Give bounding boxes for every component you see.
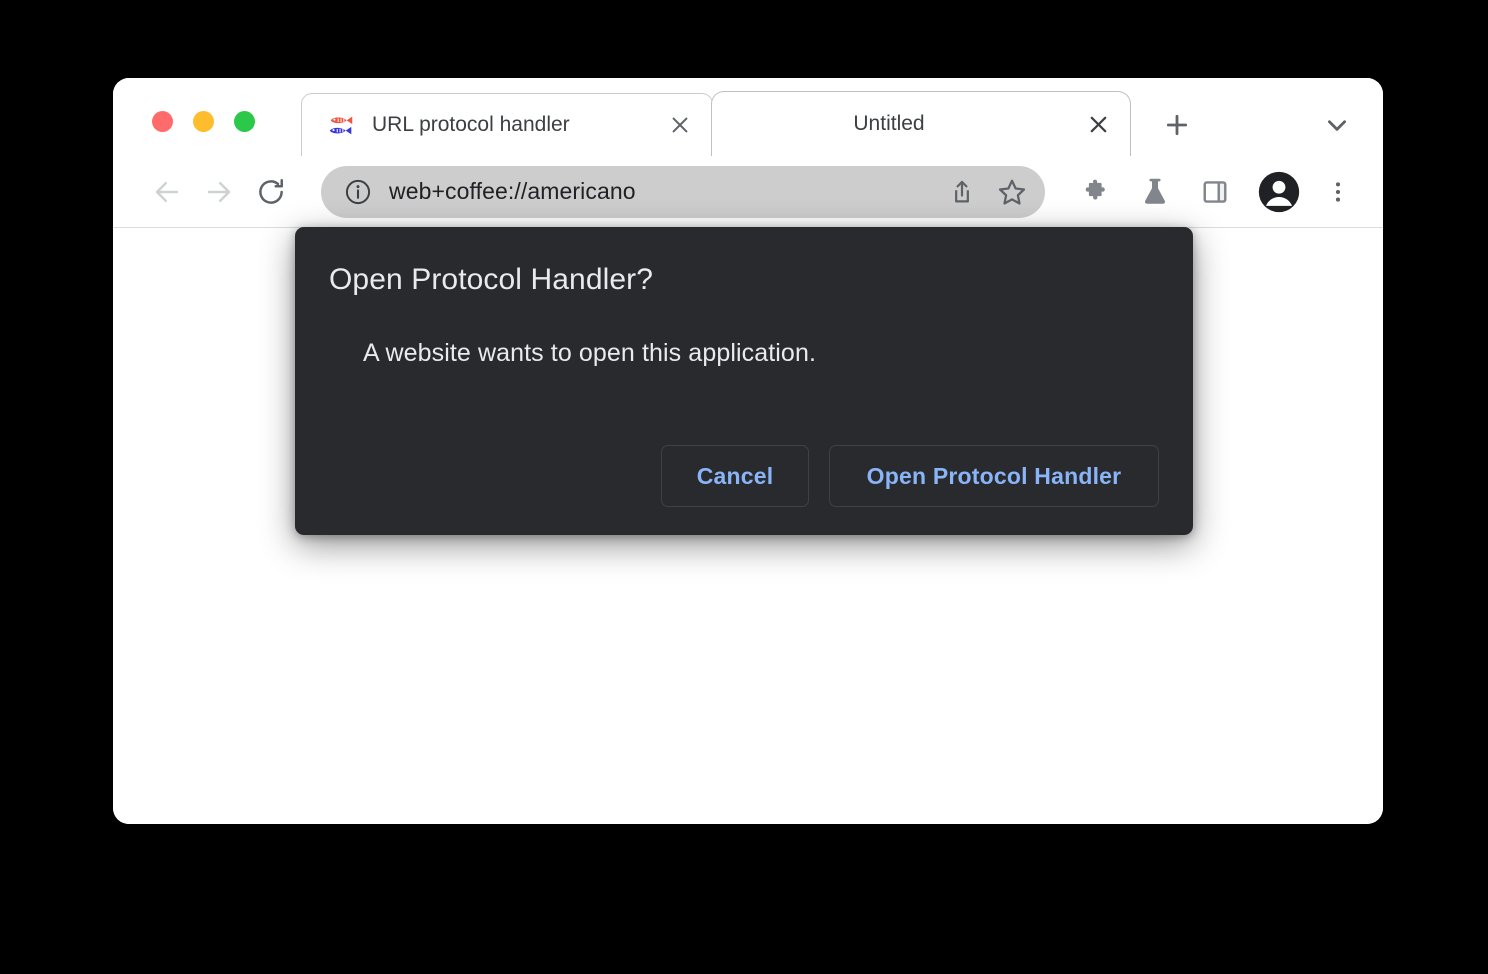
two-fish-icon	[326, 110, 356, 140]
forward-button[interactable]	[193, 166, 245, 218]
tab-title: Untitled	[853, 112, 925, 135]
window-close-button[interactable]	[152, 111, 173, 132]
extensions-puzzle-icon[interactable]	[1069, 166, 1121, 218]
address-bar[interactable]: web+coffee://americano	[321, 165, 1045, 218]
browser-menu-button[interactable]	[1315, 166, 1361, 218]
new-tab-button[interactable]	[1153, 101, 1201, 149]
reload-button[interactable]	[245, 166, 297, 218]
tab-title: URL protocol handler	[372, 113, 570, 136]
window-maximize-button[interactable]	[234, 111, 255, 132]
cancel-button[interactable]: Cancel	[661, 445, 809, 507]
tab-close-button[interactable]	[658, 103, 702, 147]
url-text[interactable]: web+coffee://americano	[389, 178, 937, 205]
side-panel-icon[interactable]	[1189, 166, 1241, 218]
dialog-title: Open Protocol Handler?	[329, 263, 654, 296]
back-button[interactable]	[141, 166, 193, 218]
tab-close-button[interactable]	[1076, 102, 1120, 146]
browser-toolbar: web+coffee://americano	[113, 156, 1383, 228]
experiments-flask-icon[interactable]	[1129, 166, 1181, 218]
tab-list: URL protocol handler Untitled	[301, 91, 1131, 156]
share-icon[interactable]	[937, 167, 987, 217]
window-traffic-lights	[152, 111, 255, 132]
profile-avatar[interactable]	[1253, 166, 1305, 218]
dialog-message: A website wants to open this application…	[363, 339, 816, 367]
tab-url-protocol-handler[interactable]: URL protocol handler	[301, 93, 713, 156]
chevron-down-icon[interactable]	[1313, 101, 1361, 149]
window-minimize-button[interactable]	[193, 111, 214, 132]
info-icon[interactable]	[343, 177, 373, 207]
tab-strip: URL protocol handler Untitled	[113, 78, 1383, 156]
bookmark-star-icon[interactable]	[987, 167, 1037, 217]
dialog-button-row: Cancel Open Protocol Handler	[329, 445, 1159, 507]
open-protocol-handler-dialog: Open Protocol Handler? A website wants t…	[295, 227, 1193, 535]
tab-untitled[interactable]: Untitled	[711, 91, 1131, 156]
open-protocol-handler-button[interactable]: Open Protocol Handler	[829, 445, 1159, 507]
